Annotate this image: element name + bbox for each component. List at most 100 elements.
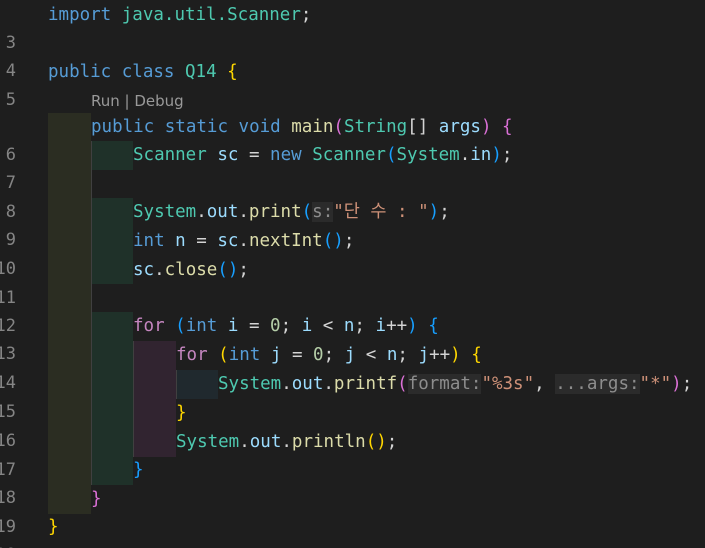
token-bracket: }: [48, 517, 59, 537]
token-bracket: ): [333, 231, 344, 251]
code-line: 14 for (int j = 0; j < n; j++) {: [0, 341, 705, 393]
token-variable: i: [301, 316, 313, 336]
token-punct: ;: [280, 316, 292, 336]
token-keyword: static: [164, 117, 228, 137]
token-type: Scanner: [133, 145, 207, 165]
token-punct: ;: [323, 345, 335, 365]
line-number: 5: [5, 90, 16, 110]
token-punct: ,: [534, 374, 545, 394]
token-punct: ;: [354, 316, 365, 336]
token-keyword: int: [185, 316, 218, 336]
token-variable: j: [344, 345, 356, 365]
token-keyword: int: [228, 345, 261, 365]
token-number: 0: [270, 316, 281, 336]
token-variable: n: [175, 231, 186, 251]
token-punct: ;: [300, 5, 312, 25]
token-bracket: (: [322, 231, 334, 251]
token-string: "*": [639, 374, 672, 394]
code-line: 8: [0, 170, 705, 222]
token-variable: args: [438, 117, 481, 137]
token-keyword: public: [91, 117, 155, 137]
token-keyword: for: [176, 345, 208, 365]
token-function: printf: [333, 374, 398, 394]
token-operator: =: [248, 145, 260, 165]
code-line: 16 }: [0, 399, 705, 451]
token-type: System: [218, 374, 282, 394]
token-bracket: (: [218, 345, 229, 365]
token-operator: =: [248, 316, 260, 336]
token-punct: .: [281, 374, 292, 394]
token-variable: j: [270, 345, 282, 365]
inlay-hint: s:: [312, 202, 334, 222]
token-field: out: [206, 202, 239, 222]
token-bracket: {: [471, 345, 482, 365]
token-function: nextInt: [248, 231, 323, 251]
token-punct: ;: [681, 374, 693, 394]
token-field: in: [470, 145, 492, 165]
token-variable: sc: [217, 145, 239, 165]
token-type: System: [133, 202, 197, 222]
token-keyword: import: [48, 5, 112, 25]
token-punct: ;: [501, 145, 513, 165]
token-bracket: ): [376, 432, 387, 452]
token-type: String: [343, 117, 408, 137]
token-bracket: }: [176, 403, 187, 423]
token-variable: i: [227, 316, 239, 336]
code-line: 18 }: [0, 456, 705, 508]
token-operator: <: [365, 345, 377, 365]
token-bracket: ): [480, 117, 492, 137]
token-punct: .: [154, 260, 165, 280]
token-bracket: (: [217, 260, 228, 280]
code-line: 3 import java.util.Scanner;: [0, 1, 705, 53]
token-variable: n: [386, 345, 398, 365]
token-bracket: }: [91, 489, 102, 509]
token-keyword: class: [121, 62, 175, 82]
token-type: System: [176, 432, 240, 452]
code-line: 20 }: [0, 513, 705, 548]
token-bracket: {: [428, 316, 439, 336]
token-punct: .: [238, 231, 249, 251]
token-function: println: [291, 432, 366, 452]
inlay-hint: ...args:: [555, 374, 640, 394]
code-line: 11 sc.close();: [0, 256, 705, 308]
token-variable: n: [343, 316, 355, 336]
token-variable: j: [418, 345, 430, 365]
token-bracket: ): [671, 374, 682, 394]
code-line: 7 Scanner sc = new Scanner(System.in);: [0, 141, 705, 193]
code-line: 15 System.out.printf(format:"%3s", ...ar…: [0, 370, 705, 422]
token-bracket: {: [502, 117, 513, 137]
token-class-name: Q14: [185, 62, 217, 82]
token-punct: .: [459, 145, 471, 165]
token-keyword: new: [270, 145, 302, 165]
token-field: out: [291, 374, 324, 394]
token-bracket: ): [428, 202, 440, 222]
token-variable: sc: [217, 231, 239, 251]
token-bracket: ): [450, 345, 461, 365]
codelens-run-debug[interactable]: Run | Debug: [91, 90, 184, 112]
token-punct: ;: [439, 202, 450, 222]
token-keyword: for: [133, 316, 165, 336]
token-import-path: java.util.Scanner: [121, 5, 301, 25]
code-line: 12: [0, 284, 705, 336]
code-line: 4: [0, 29, 705, 81]
token-bracket: }: [133, 460, 144, 480]
token-punct: .: [239, 432, 250, 452]
token-bracket: ): [407, 316, 418, 336]
code-line: 9 System.out.print(s:"단 수 : ");: [0, 198, 705, 250]
token-variable: i: [375, 316, 387, 336]
token-punct: ;: [343, 231, 355, 251]
token-field: out: [249, 432, 282, 452]
token-bracket: ): [227, 260, 239, 280]
token-punct: ;: [386, 432, 398, 452]
token-keyword: public: [48, 62, 112, 82]
token-operator: ++: [386, 316, 408, 336]
inlay-hint: format:: [407, 374, 482, 394]
token-bracket: (: [397, 374, 408, 394]
token-bracket: {: [227, 62, 238, 82]
code-editor[interactable]: Run | Debug 3 import java.util.Scanner; …: [0, 0, 705, 548]
code-line: 13 for (int i = 0; i < n; i++) {: [0, 312, 705, 364]
token-type: Scanner: [312, 145, 386, 165]
token-operator: =: [291, 345, 303, 365]
line-number: 20: [0, 541, 16, 548]
token-bracket: (: [385, 145, 397, 165]
